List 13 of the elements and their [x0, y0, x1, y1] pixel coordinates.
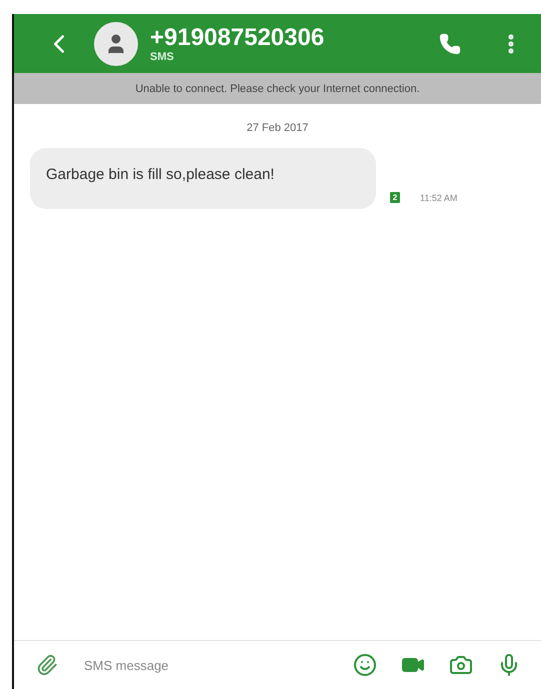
- smiley-icon[interactable]: [353, 653, 377, 677]
- contact-number: +919087520306: [150, 24, 326, 50]
- connection-banner: Unable to connect. Please check your Internet connection.: [14, 73, 541, 104]
- sim-badge: 2: [390, 192, 400, 203]
- date-label: 27 Feb 2017: [246, 122, 308, 134]
- message-time: 11:52 AM: [420, 193, 458, 203]
- message-field[interactable]: SMS message: [82, 656, 329, 674]
- avatar: [94, 22, 138, 66]
- channel-label: SMS: [150, 50, 175, 62]
- message-bubble: Garbage bin is fill so,please clean!: [30, 148, 376, 209]
- phone-icon[interactable]: [439, 32, 461, 54]
- camera-icon[interactable]: [449, 653, 473, 677]
- paperclip-icon[interactable]: [36, 654, 58, 676]
